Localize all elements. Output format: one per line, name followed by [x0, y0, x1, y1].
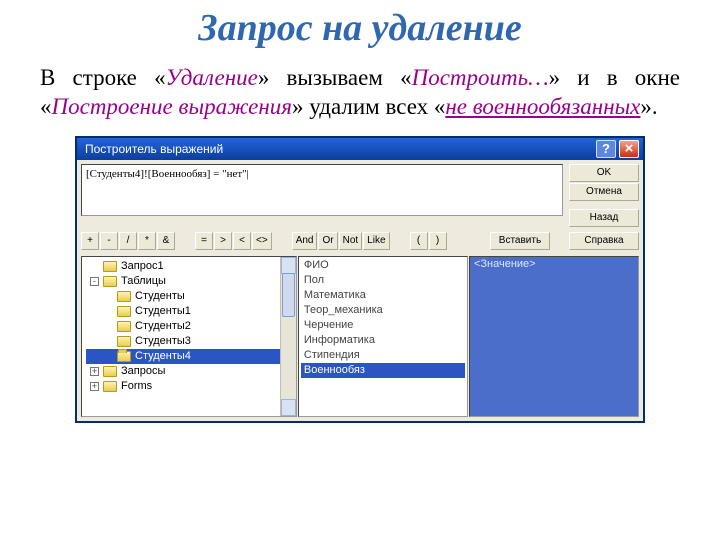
paste-button[interactable]: Вставить: [490, 232, 550, 250]
folder-icon: [103, 366, 117, 377]
op-<>[interactable]: <>: [252, 232, 272, 250]
tree-label: Студенты1: [135, 305, 191, 317]
operator-toolbar: +-/*& =><<> AndOrNotLike (): [81, 232, 448, 250]
folder-icon: [117, 351, 131, 362]
values-panel[interactable]: <Значение>: [469, 256, 639, 417]
op->[interactable]: >: [214, 232, 232, 250]
tree-node[interactable]: Студенты: [86, 289, 296, 304]
desc-t5: ».: [640, 94, 657, 119]
tree-node[interactable]: Студенты1: [86, 304, 296, 319]
close-icon[interactable]: ×: [619, 140, 639, 158]
help-button[interactable]: Справка: [569, 232, 639, 250]
folder-icon: [103, 381, 117, 392]
tree-panel[interactable]: Запрос1 - Таблицы Студенты Студенты1 Студенты…: [81, 256, 297, 417]
description: В строке «Удаление» вызываем «Построить……: [10, 64, 710, 136]
tree-node[interactable]: Студенты3: [86, 334, 296, 349]
scrollbar[interactable]: [280, 257, 296, 416]
field-item[interactable]: Стипендия: [301, 348, 465, 363]
desc-t1: В строке «: [40, 65, 166, 90]
op-/[interactable]: /: [119, 232, 137, 250]
op-*[interactable]: *: [138, 232, 156, 250]
field-item[interactable]: Пол: [301, 273, 465, 288]
expression-input[interactable]: [Студенты4]![Военнообяз] = "нет"|: [81, 164, 563, 216]
op-([interactable]: (: [410, 232, 428, 250]
fields-panel[interactable]: ФИОПолМатематикаТеор_механикаЧерчениеИнф…: [298, 256, 468, 417]
tree-node[interactable]: + Forms: [86, 379, 296, 394]
expand-icon[interactable]: +: [90, 367, 99, 376]
tree-node[interactable]: + Запросы: [86, 364, 296, 379]
op-or[interactable]: Or: [318, 232, 337, 250]
folder-icon: [103, 261, 117, 272]
field-item[interactable]: Теор_механика: [301, 303, 465, 318]
folder-icon: [103, 276, 117, 287]
field-item[interactable]: Военнообяз: [301, 363, 465, 378]
op-and[interactable]: And: [292, 232, 318, 250]
help-icon[interactable]: ?: [596, 140, 616, 158]
tree-label: Таблицы: [121, 275, 166, 287]
folder-icon: [117, 336, 131, 347]
expand-icon[interactable]: -: [90, 277, 99, 286]
ok-button[interactable]: OK: [569, 164, 639, 182]
op-+[interactable]: +: [81, 232, 99, 250]
value-placeholder[interactable]: <Значение>: [470, 257, 638, 271]
tree-node[interactable]: Запрос1: [86, 259, 296, 274]
tree-label: Запрос1: [121, 260, 164, 272]
tree-label: Forms: [121, 380, 152, 392]
tree-label: Студенты2: [135, 320, 191, 332]
desc-q3: Построение выражения: [52, 94, 292, 119]
window-title: Построитель выражений: [85, 142, 223, 156]
desc-q1: Удаление: [166, 65, 258, 90]
op-)[interactable]: ): [429, 232, 447, 250]
desc-q4: не военнообязанных: [445, 94, 640, 119]
op-<[interactable]: <: [233, 232, 251, 250]
field-item[interactable]: Информатика: [301, 333, 465, 348]
expand-icon[interactable]: +: [90, 382, 99, 391]
tree-node[interactable]: Студенты2: [86, 319, 296, 334]
back-button[interactable]: Назад: [569, 209, 639, 227]
folder-icon: [117, 306, 131, 317]
tree-node[interactable]: - Таблицы: [86, 274, 296, 289]
op-like[interactable]: Like: [363, 232, 389, 250]
folder-icon: [117, 291, 131, 302]
cancel-button[interactable]: Отмена: [569, 183, 639, 201]
op-&[interactable]: &: [157, 232, 175, 250]
desc-q2: Построить…: [412, 65, 549, 90]
expression-builder-window: Построитель выражений ? × [Студенты4]![В…: [75, 136, 645, 423]
tree-node[interactable]: Студенты4: [86, 349, 296, 364]
op--[interactable]: -: [100, 232, 118, 250]
tree-label: Запросы: [121, 365, 165, 377]
folder-icon: [117, 321, 131, 332]
desc-t4: » удалим всех «: [292, 94, 445, 119]
tree-label: Студенты4: [135, 350, 191, 362]
titlebar[interactable]: Построитель выражений ? ×: [77, 138, 643, 160]
tree-label: Студенты3: [135, 335, 191, 347]
desc-t2: » вызываем «: [258, 65, 412, 90]
op-=[interactable]: =: [195, 232, 213, 250]
page-title: Запрос на удаление: [10, 6, 710, 50]
tree-label: Студенты: [135, 290, 185, 302]
field-item[interactable]: Черчение: [301, 318, 465, 333]
op-not[interactable]: Not: [339, 232, 363, 250]
field-item[interactable]: ФИО: [301, 258, 465, 273]
field-item[interactable]: Математика: [301, 288, 465, 303]
